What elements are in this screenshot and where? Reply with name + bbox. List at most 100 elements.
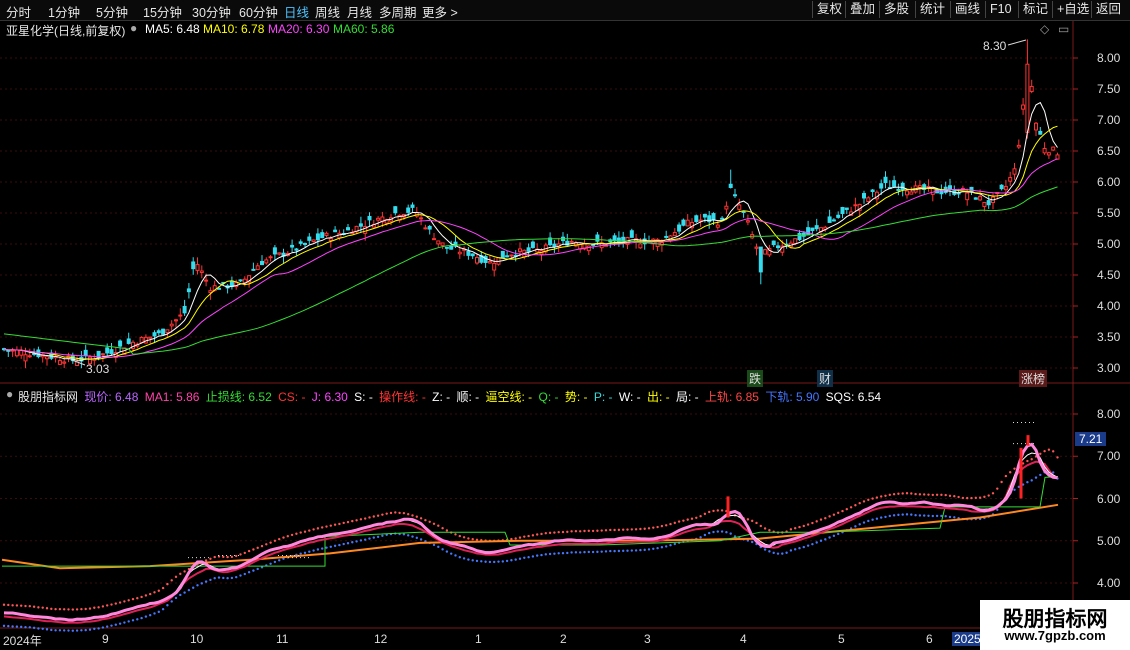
diamond-icon[interactable]: ◇ [1040,22,1049,36]
band-dot [123,600,126,603]
band-dot [355,540,358,543]
band-dot [118,601,122,604]
band-dot [931,493,934,497]
candle-body [294,248,299,251]
candle-body [444,246,449,249]
marker-fall[interactable]: 跌 [747,370,764,387]
candle-body [840,206,845,214]
band-dot [153,591,156,594]
band-dot [656,525,659,529]
band-dot [114,623,118,626]
band-dot [622,549,625,553]
band-dot [1030,479,1033,482]
band-dot [333,544,337,548]
band-dot [897,492,900,495]
price-line [3,442,1058,622]
band-dot [510,537,513,541]
candle-body [57,360,62,365]
band-dot [622,528,625,531]
band-dot [1056,456,1059,459]
sub-indicator-5: S: - [350,390,373,404]
candle-body [298,241,303,244]
band-dot [7,603,10,607]
candle-body [737,204,742,210]
y-tick-label: 7.00 [1097,449,1121,464]
band-dot [80,607,83,611]
band-dot [557,552,560,555]
candle-body [969,186,974,193]
band-dot [411,514,414,517]
band-dot [243,551,246,555]
band-dot [424,518,427,522]
marker-rise-list[interactable]: 涨榜 [1019,370,1048,387]
band-dot [536,554,539,557]
settings-circle-icon[interactable]: ● [130,21,137,35]
candle-body [733,194,737,197]
band-dot [441,527,444,530]
kline-chart[interactable] [0,0,1130,650]
band-dot [1039,452,1042,456]
band-dot [953,516,956,519]
candle-body [156,330,161,334]
candle-body [776,245,780,249]
band-dot [127,599,130,602]
band-dot [415,515,418,518]
band-dot [329,545,332,548]
y-tick-label: 6.00 [1097,175,1121,189]
band-dot [643,548,646,552]
candle-body [1021,104,1026,110]
candle-body [324,232,329,236]
band-dot [28,604,31,608]
band-dot [411,535,414,538]
candle-body [664,235,669,238]
candle-body [595,234,600,242]
band-dot [58,607,62,611]
band-dot [93,606,96,609]
band-dot [871,497,874,500]
candle-body [586,245,591,252]
candle-body [45,356,49,360]
band-dot [127,620,130,623]
band-dot [467,558,470,561]
candle-body [100,353,105,356]
band-dot [708,510,711,514]
candle-body [831,219,836,222]
band-dot [828,515,831,518]
band-dot [269,562,272,565]
band-dot [531,555,535,558]
y-tick-label: 8.00 [1097,51,1121,65]
candle-body [978,195,983,201]
band-dot [131,619,135,622]
candle-body [500,250,505,259]
sub-indicator-12: P: - [590,390,613,404]
band-dot [802,524,805,528]
candle-body [264,259,269,264]
band-dot [596,550,599,554]
settings-circle-icon[interactable]: ● [6,387,13,401]
band-dot [905,492,909,495]
marker-finance[interactable]: 财 [817,370,834,387]
candle-body [376,217,381,221]
candle-body [1012,168,1017,175]
candle-body [126,338,131,344]
band-dot [531,534,535,537]
band-dot [725,530,728,534]
band-dot [415,536,418,540]
band-dot [273,539,277,542]
sub-indicator-16: 上轨: 6.85 [701,390,759,404]
candle-body [268,256,273,259]
band-dot [510,559,513,562]
window-icon[interactable]: ▭ [1058,22,1069,36]
band-dot [368,516,371,519]
band-dot [7,624,10,628]
band-dot [570,551,573,554]
band-dot [325,546,328,549]
band-dot [948,494,952,498]
band-dot [239,553,242,556]
x-label: 10 [190,632,204,646]
band-dot [41,606,44,609]
band-dot [329,524,332,527]
lower-band [2,469,1059,632]
band-dot [295,532,298,535]
sub-indicator-7: Z: - [428,390,451,404]
